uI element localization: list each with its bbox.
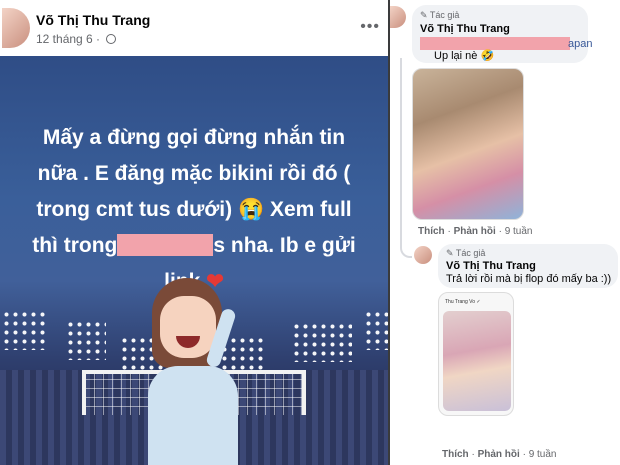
comment-1-actions: Thích · Phản hồi · 9 tuần (418, 226, 533, 237)
comment-1-author[interactable]: Võ Thị Thu Trang (420, 23, 510, 35)
comment-2-avatar[interactable] (414, 246, 432, 264)
avatar-character-illustration (138, 268, 248, 465)
facebook-post: Võ Thị Thu Trang 12 tháng 6 · ••• Mấy a … (0, 0, 388, 465)
reply-thread-line (400, 58, 412, 258)
comment-1-link-suffix[interactable]: apan (568, 38, 592, 50)
comment-2-text: Trả lời rồi mà bị flop đó mấy ba :)) (446, 273, 612, 285)
comment-1-text: Up lại nè 🤣 (434, 50, 495, 62)
comment-2-reply-button[interactable]: Phản hồi (478, 449, 520, 460)
stadium-lights-mid-left (66, 320, 106, 360)
stadium-lights-far-right (364, 310, 388, 350)
comment-2-author-badge: ✎ Tác giả (446, 248, 486, 258)
comment-2-image[interactable]: Thu Trang Vo ✓ (438, 292, 514, 416)
post-author-name[interactable]: Võ Thị Thu Trang (36, 12, 150, 28)
comment-2-actions: Thích · Phản hồi · 9 tuần (442, 449, 557, 460)
comments-panel: ✎ Tác giả Võ Thị Thu Trang apan Up lại n… (390, 0, 620, 465)
comment-2-time[interactable]: 9 tuần (529, 449, 557, 460)
comment-1-like-button[interactable]: Thích (418, 226, 445, 237)
post-text-line-4b: s nha. Ib e gửi (213, 234, 356, 257)
stadium-lights-right (292, 322, 352, 362)
post-header: Võ Thị Thu Trang 12 tháng 6 · ••• (0, 0, 388, 56)
comment-1-image[interactable] (412, 68, 524, 220)
post-text-line-3: trong cmt tus dưới) 😭 Xem full (36, 198, 352, 221)
comment-1-avatar[interactable] (390, 6, 406, 28)
comment-1-author-badge: ✎ Tác giả (420, 10, 460, 20)
globe-icon[interactable] (106, 34, 117, 44)
comment-2-image-caption: Thu Trang Vo ✓ (445, 299, 481, 305)
stadium-lights-left (2, 310, 48, 350)
redacted-text (117, 234, 214, 256)
post-date[interactable]: 12 tháng 6 · (36, 32, 100, 46)
comment-2-like-button[interactable]: Thích (442, 449, 469, 460)
comment-2-bubble: ✎ Tác giả Võ Thị Thu Trang Trả lời rồi m… (438, 244, 618, 288)
comment-1-reply-button[interactable]: Phản hồi (454, 226, 496, 237)
post-text-line-4a: thì trong (32, 234, 118, 257)
post-text-line-2: nữa . E đăng mặc bikini rồi đó ( (37, 162, 351, 185)
comment-2-author[interactable]: Võ Thị Thu Trang (446, 260, 536, 272)
comment-1-time[interactable]: 9 tuần (505, 226, 533, 237)
author-avatar[interactable] (2, 8, 30, 48)
post-meta: 12 tháng 6 · (36, 32, 117, 46)
more-options-icon[interactable]: ••• (360, 18, 380, 36)
post-text-line-1: Mấy a đừng gọi đừng nhắn tin (42, 126, 346, 149)
screenshot-composite: Võ Thị Thu Trang 12 tháng 6 · ••• Mấy a … (0, 0, 620, 465)
post-text-line-4: thì trong s nha. Ib e gửi (6, 228, 382, 264)
post-background-image[interactable]: Mấy a đừng gọi đừng nhắn tin nữa . E đăn… (0, 56, 388, 465)
comment-1-bubble: ✎ Tác giả Võ Thị Thu Trang apan Up lại n… (412, 5, 592, 63)
comment-2-image-blur (443, 311, 511, 411)
